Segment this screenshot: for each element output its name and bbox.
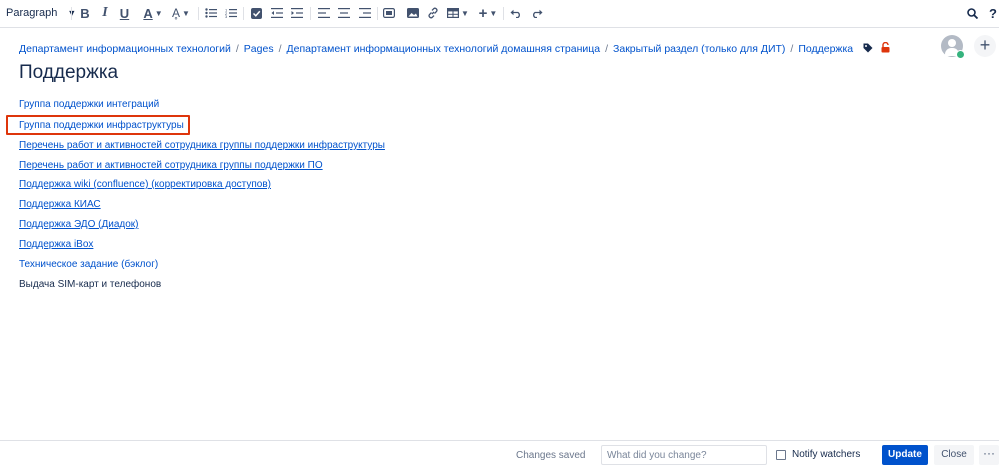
- breadcrumb-item[interactable]: Департамент информационных технологий: [19, 43, 231, 55]
- align-right-icon[interactable]: [359, 4, 371, 22]
- breadcrumb-separator: /: [605, 43, 609, 55]
- numbered-list-icon[interactable]: 123: [225, 4, 237, 22]
- toolbar-divider: [310, 7, 311, 20]
- toolbar-divider: [71, 7, 72, 20]
- table-icon[interactable]: ▼: [447, 4, 469, 22]
- breadcrumb-separator: /: [790, 43, 794, 55]
- save-status: Changes saved: [516, 450, 586, 461]
- text-color-icon[interactable]: A ▼: [142, 4, 164, 22]
- avatar-head: [948, 39, 956, 47]
- toolbar-divider: [243, 7, 244, 20]
- more-options-button[interactable]: ···: [979, 445, 999, 465]
- outdent-icon[interactable]: [271, 4, 283, 22]
- change-comment-input[interactable]: [601, 445, 767, 465]
- breadcrumb-item[interactable]: Департамент информационных технологий до…: [287, 43, 601, 55]
- avatar[interactable]: [941, 35, 965, 59]
- insert-icon[interactable]: + ▼: [477, 4, 499, 22]
- list-item[interactable]: Поддержка ЭДО (Диадок): [19, 219, 138, 230]
- list-item[interactable]: Перечень работ и активностей сотрудника …: [19, 140, 385, 151]
- add-collaborator-button[interactable]: +: [974, 35, 996, 57]
- notify-watchers-toggle[interactable]: Notify watchers: [776, 449, 860, 460]
- align-center-icon[interactable]: [338, 4, 350, 22]
- label-tag-icon[interactable]: [863, 43, 873, 56]
- bold-icon[interactable]: B: [79, 4, 91, 22]
- align-left-icon[interactable]: [318, 4, 330, 22]
- italic-icon[interactable]: I: [99, 4, 111, 22]
- text-style-icon[interactable]: Ḁ ▼: [170, 4, 192, 22]
- indent-icon[interactable]: [291, 4, 303, 22]
- breadcrumb: Департамент информационных технологий / …: [19, 41, 890, 56]
- page-title[interactable]: Поддержка: [19, 62, 118, 84]
- presence-indicator: [956, 50, 965, 59]
- toolbar-divider: [198, 7, 199, 20]
- highlight-annotation-box: [6, 115, 190, 135]
- search-icon[interactable]: [966, 4, 978, 22]
- notify-watchers-label: Notify watchers: [792, 449, 861, 460]
- underline-icon[interactable]: U: [118, 4, 131, 22]
- list-item[interactable]: Техническое задание (бэклог): [19, 259, 158, 270]
- help-icon[interactable]: ?: [988, 4, 998, 22]
- paragraph-style-label: Paragraph: [6, 7, 58, 19]
- paragraph-style-dropdown[interactable]: Paragraph ▼: [6, 4, 76, 22]
- breadcrumb-separator: /: [235, 43, 239, 55]
- breadcrumb-separator: /: [278, 43, 282, 55]
- toolbar-divider: [503, 7, 504, 20]
- list-item[interactable]: Группа поддержки интеграций: [19, 99, 159, 110]
- undo-icon[interactable]: [510, 4, 522, 22]
- image-icon[interactable]: [407, 4, 419, 22]
- toolbar-divider: [377, 7, 378, 20]
- breadcrumb-item[interactable]: Pages: [244, 43, 274, 55]
- update-button[interactable]: Update: [882, 445, 928, 465]
- layout-icon[interactable]: [383, 4, 395, 22]
- editor-footer: Changes saved Notify watchers Update Clo…: [0, 440, 999, 468]
- link-icon[interactable]: [427, 4, 439, 22]
- close-button[interactable]: Close: [934, 445, 974, 465]
- task-icon[interactable]: [250, 4, 262, 22]
- redo-icon[interactable]: [531, 4, 543, 22]
- editor-toolbar: Paragraph ▼ B I U A▼ Ḁ▼ 123 ▼: [0, 0, 999, 28]
- bullet-list-icon[interactable]: [205, 4, 217, 22]
- list-item[interactable]: Перечень работ и активностей сотрудника …: [19, 160, 323, 171]
- notify-watchers-checkbox[interactable]: [776, 449, 786, 460]
- restrictions-lock-icon[interactable]: [881, 41, 890, 56]
- list-item[interactable]: Поддержка wiki (confluence) (корректиров…: [19, 179, 271, 190]
- breadcrumb-item[interactable]: Закрытый раздел (только для ДИТ): [613, 43, 785, 55]
- svg-text:3: 3: [225, 14, 228, 18]
- breadcrumb-item[interactable]: Поддержка: [798, 43, 853, 55]
- list-item[interactable]: Поддержка КИАС: [19, 199, 101, 210]
- list-item[interactable]: Выдача SIM-карт и телефонов: [19, 279, 161, 290]
- list-item[interactable]: Поддержка iBox: [19, 239, 93, 250]
